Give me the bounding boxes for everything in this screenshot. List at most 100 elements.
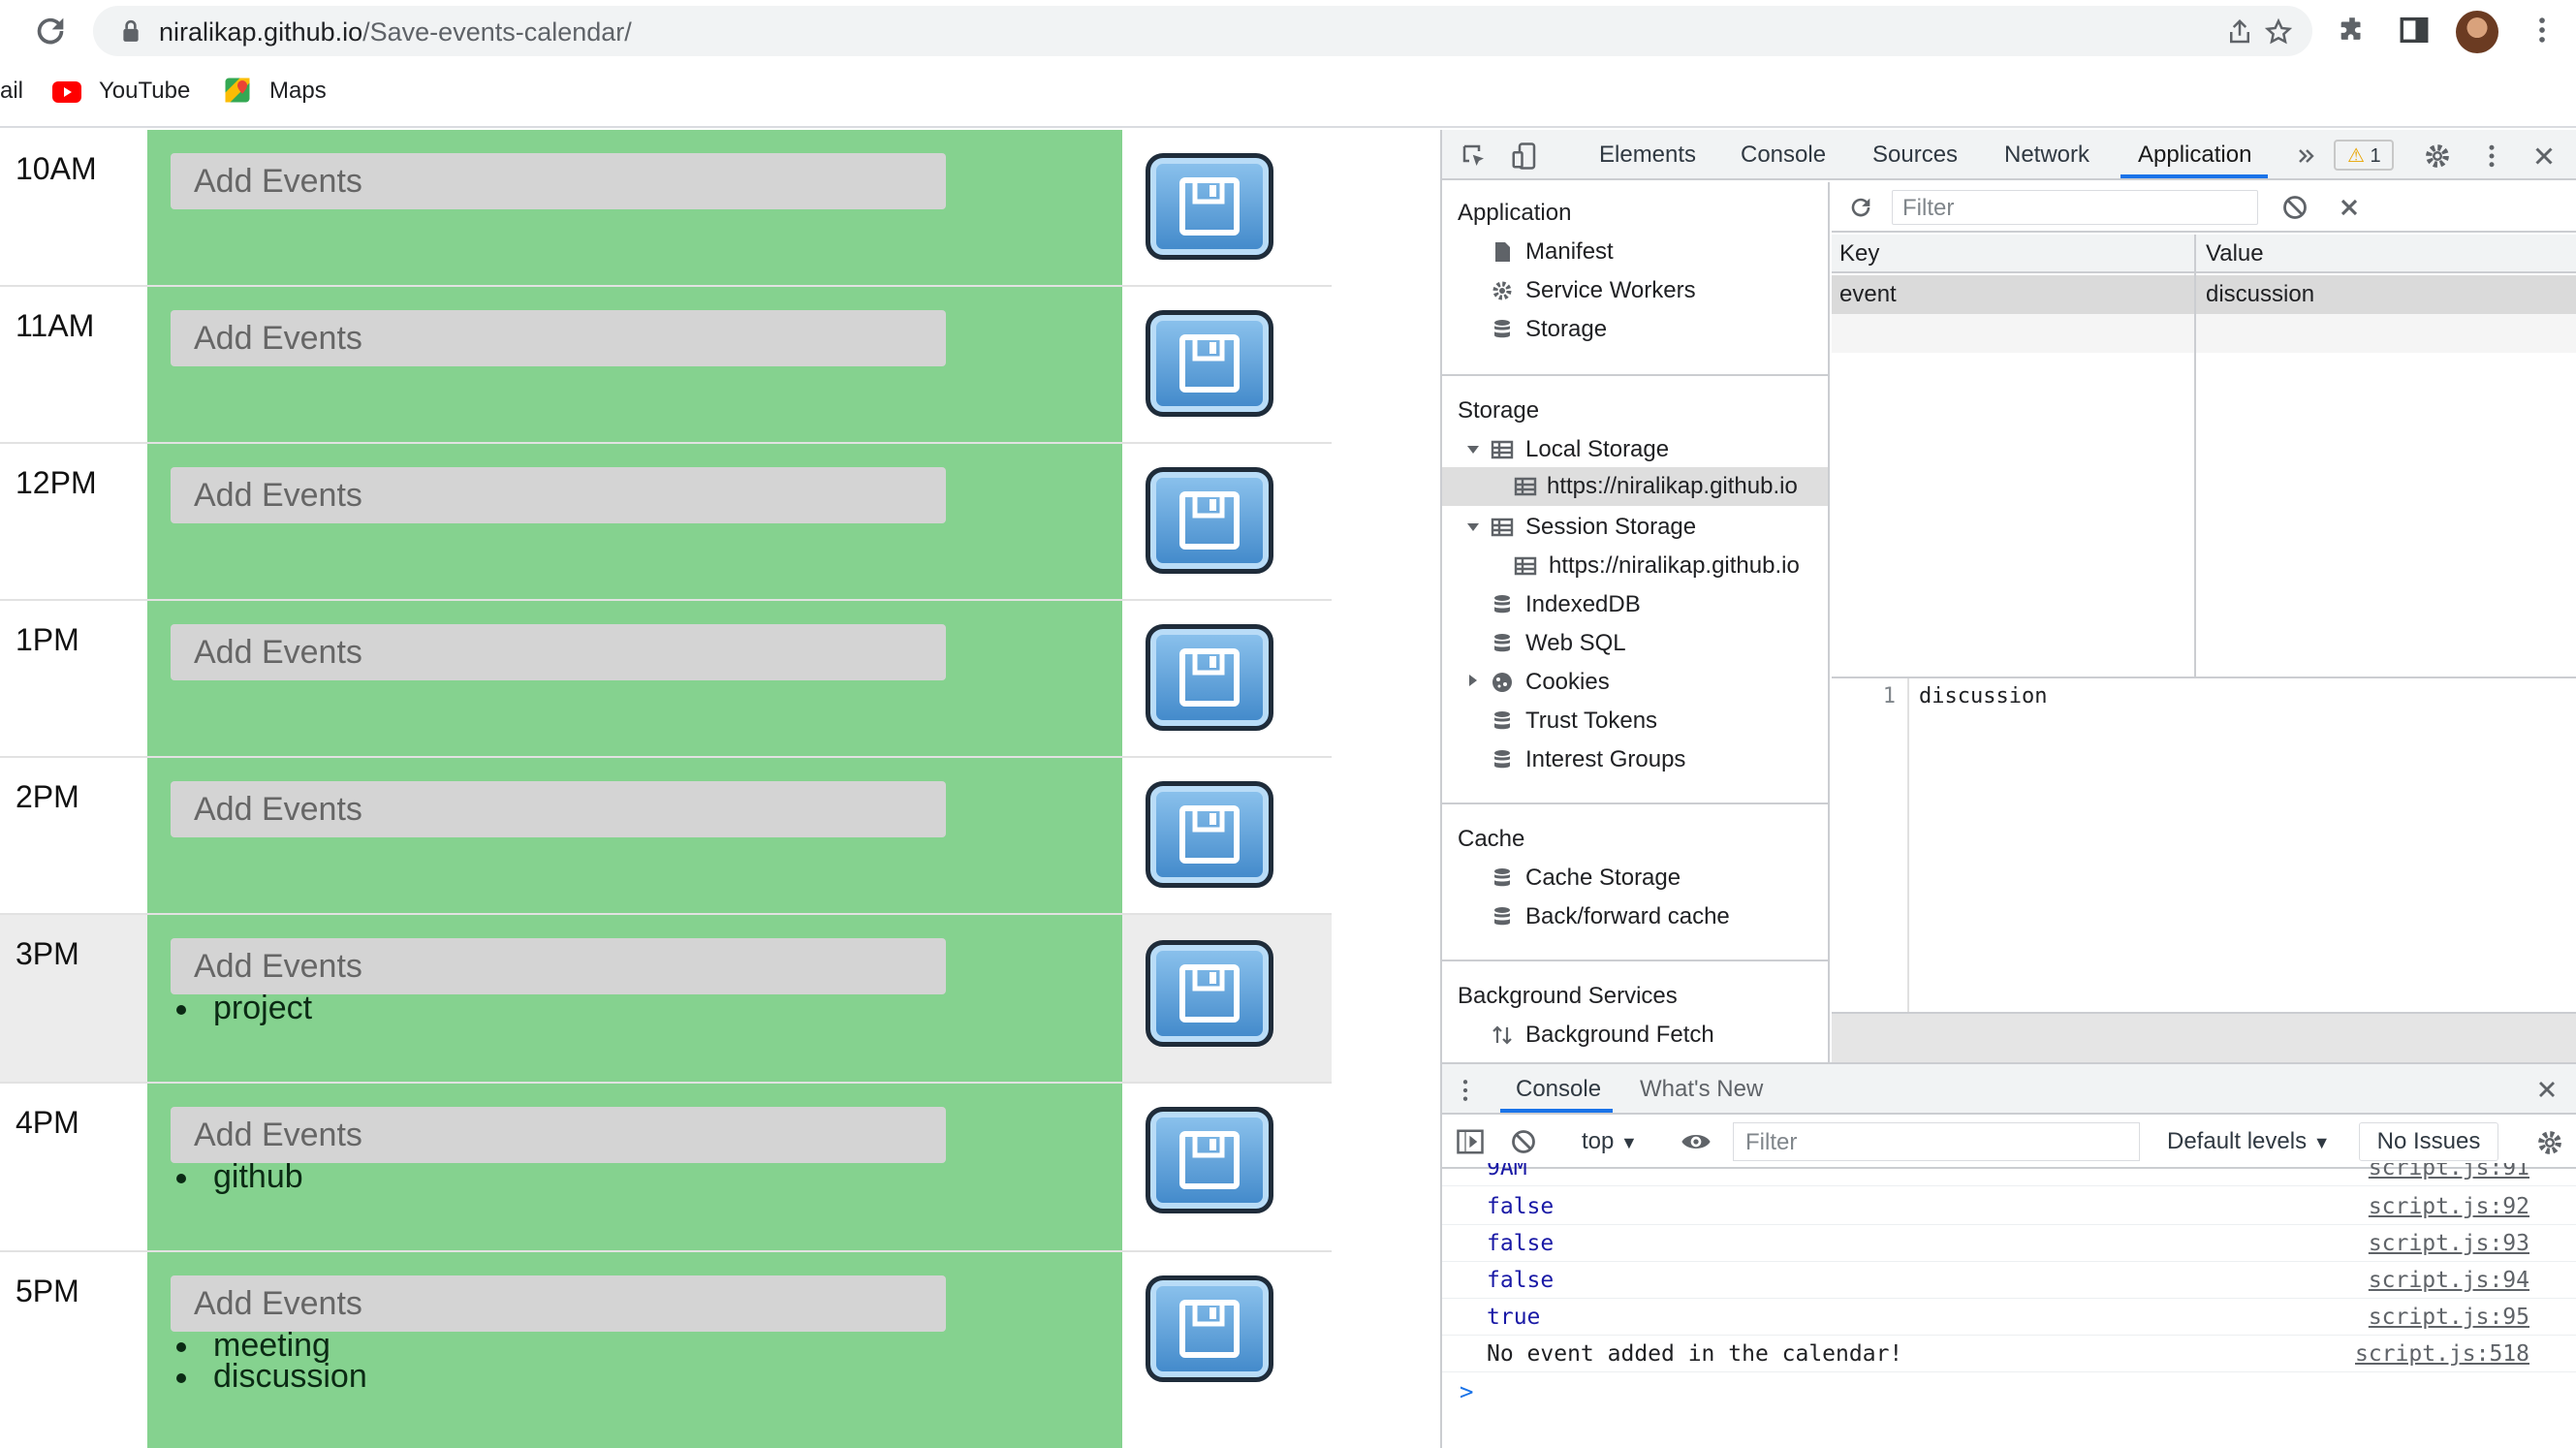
delete-selected-icon[interactable] [2336, 194, 2363, 221]
sidebar-toggle-icon[interactable] [1456, 1128, 1485, 1155]
tab-application[interactable]: Application [2138, 142, 2251, 169]
event-input[interactable]: Add Events [171, 781, 946, 837]
active-tab-indicator [2120, 174, 2268, 178]
drawer-tabbar: Console What's New [1442, 1064, 2576, 1115]
bookmark-youtube[interactable]: YouTube [99, 78, 190, 105]
event-input[interactable]: Add Events [171, 153, 946, 209]
clear-console-icon[interactable] [1510, 1128, 1537, 1155]
sidebar-item-service-workers[interactable]: Service Workers [1525, 277, 1696, 304]
log-source-link[interactable]: script.js:95 [2369, 1305, 2529, 1330]
side-panel-icon[interactable] [2398, 14, 2431, 47]
event-input[interactable]: Add Events [171, 467, 946, 523]
sidebar-item-manifest[interactable]: Manifest [1525, 238, 1614, 266]
log-source-link[interactable]: script.js:92 [2369, 1194, 2529, 1219]
sidebar-item-cookies[interactable]: Cookies [1525, 669, 1610, 696]
lock-icon[interactable] [120, 19, 141, 43]
event-input[interactable]: Add Events [171, 938, 946, 994]
address-bar[interactable]: niralikap.github.io/Save-events-calendar… [93, 6, 2312, 56]
tab-sources[interactable]: Sources [1872, 142, 1958, 169]
log-levels-dropdown[interactable]: Default levels ▼ [2167, 1128, 2331, 1155]
storage-filter-input[interactable]: Filter [1892, 190, 2258, 225]
section-application: Application [1458, 200, 1572, 226]
sidebar-item-session-origin[interactable]: https://niralikap.github.io [1549, 552, 1800, 580]
floppy-icon [1179, 964, 1240, 1023]
clear-all-icon[interactable] [2281, 194, 2309, 221]
event-input[interactable]: Add Events [171, 1275, 946, 1332]
eye-icon[interactable] [1681, 1128, 1712, 1155]
database-icon [1494, 907, 1510, 926]
more-tabs-icon[interactable] [2295, 142, 2318, 171]
star-icon[interactable] [2264, 17, 2293, 47]
line-number: 1 [1882, 684, 1896, 708]
save-button[interactable] [1146, 310, 1273, 417]
sidebar-item-trust-tokens[interactable]: Trust Tokens [1525, 708, 1657, 735]
context-selector[interactable]: top ▼ [1582, 1128, 1638, 1155]
customize-kebab-icon[interactable] [2477, 142, 2506, 171]
console-prompt[interactable]: > [1460, 1378, 1473, 1405]
save-button[interactable] [1146, 467, 1273, 574]
sidebar-item-local-storage[interactable]: Local Storage [1525, 436, 1669, 463]
save-button[interactable] [1146, 781, 1273, 888]
close-devtools-icon[interactable] [2529, 142, 2559, 171]
save-button[interactable] [1146, 940, 1273, 1047]
sidebar-item-cache-storage[interactable]: Cache Storage [1525, 865, 1681, 892]
tab-elements[interactable]: Elements [1599, 142, 1696, 169]
sidebar-item-web-sql[interactable]: Web SQL [1525, 630, 1626, 657]
hour-label: 3PM [16, 936, 79, 971]
save-button[interactable] [1146, 153, 1273, 260]
url-host: niralikap.github.io [159, 17, 363, 47]
bookmark-maps[interactable]: Maps [269, 78, 327, 105]
hour-label: 10AM [16, 151, 97, 186]
event-input[interactable]: Add Events [171, 310, 946, 366]
log-source-link[interactable]: script.js:518 [2355, 1341, 2529, 1367]
sidebar-item-local-origin[interactable]: https://niralikap.github.io [1442, 467, 1828, 506]
key-column-header[interactable]: Key [1839, 240, 1879, 268]
expand-triangle-icon[interactable] [1465, 519, 1481, 535]
drawer-tab-whats-new[interactable]: What's New [1640, 1076, 1763, 1103]
share-icon[interactable] [2225, 17, 2254, 47]
sidebar-item-background-fetch[interactable]: Background Fetch [1525, 1022, 1714, 1049]
log-message: false [1487, 1268, 1555, 1293]
reload-icon[interactable] [31, 12, 70, 50]
issues-button[interactable]: No Issues [2359, 1122, 2498, 1161]
event-input[interactable]: Add Events [171, 1107, 946, 1163]
drawer-tab-console[interactable]: Console [1516, 1076, 1601, 1103]
sidebar-item-storage[interactable]: Storage [1525, 316, 1607, 343]
sidebar-item-session-storage[interactable]: Session Storage [1525, 514, 1696, 541]
bookmark-gmail[interactable]: ail [0, 78, 23, 105]
tab-console[interactable]: Console [1741, 142, 1826, 169]
hour-label: 12PM [16, 465, 97, 500]
time-block-10am: 10AM Add Events [0, 130, 1332, 287]
settings-gear-icon[interactable] [2423, 142, 2452, 171]
sidebar-item-interest-groups[interactable]: Interest Groups [1525, 746, 1685, 773]
log-source-link[interactable]: script.js:94 [2369, 1268, 2529, 1293]
menu-kebab-icon[interactable] [2526, 14, 2559, 47]
close-drawer-icon[interactable] [2533, 1076, 2560, 1103]
table-row[interactable]: event discussion [1832, 275, 2576, 314]
tab-network[interactable]: Network [2004, 142, 2089, 169]
inspect-element-icon[interactable] [1460, 142, 1489, 171]
expand-triangle-icon[interactable] [1465, 442, 1481, 457]
drawer-menu-icon[interactable] [1460, 1078, 1471, 1103]
save-button[interactable] [1146, 624, 1273, 731]
value-column-header[interactable]: Value [2206, 240, 2264, 268]
extensions-icon[interactable] [2336, 14, 2369, 47]
save-button[interactable] [1146, 1107, 1273, 1213]
log-source-link[interactable]: script.js:91 [2369, 1163, 2529, 1180]
url-text[interactable]: niralikap.github.io/Save-events-calendar… [159, 17, 632, 47]
profile-avatar[interactable] [2456, 11, 2498, 53]
sidebar-item-indexeddb[interactable]: IndexedDB [1525, 591, 1641, 618]
warnings-badge[interactable]: ⚠ 1 [2334, 140, 2394, 171]
device-toolbar-icon[interactable] [1510, 142, 1539, 171]
collapsed-triangle-icon[interactable] [1465, 673, 1481, 688]
database-icon [1494, 634, 1510, 652]
sidebar-item-bfcache[interactable]: Back/forward cache [1525, 903, 1730, 930]
refresh-icon[interactable] [1847, 194, 1874, 221]
time-block-12pm: 12PM Add Events [0, 444, 1332, 601]
event-input[interactable]: Add Events [171, 624, 946, 680]
log-source-link[interactable]: script.js:93 [2369, 1231, 2529, 1256]
console-settings-gear-icon[interactable] [2535, 1128, 2564, 1157]
console-log-row: false script.js:94 [1442, 1262, 2576, 1299]
save-button[interactable] [1146, 1275, 1273, 1382]
console-filter-input[interactable]: Filter [1733, 1122, 2140, 1161]
